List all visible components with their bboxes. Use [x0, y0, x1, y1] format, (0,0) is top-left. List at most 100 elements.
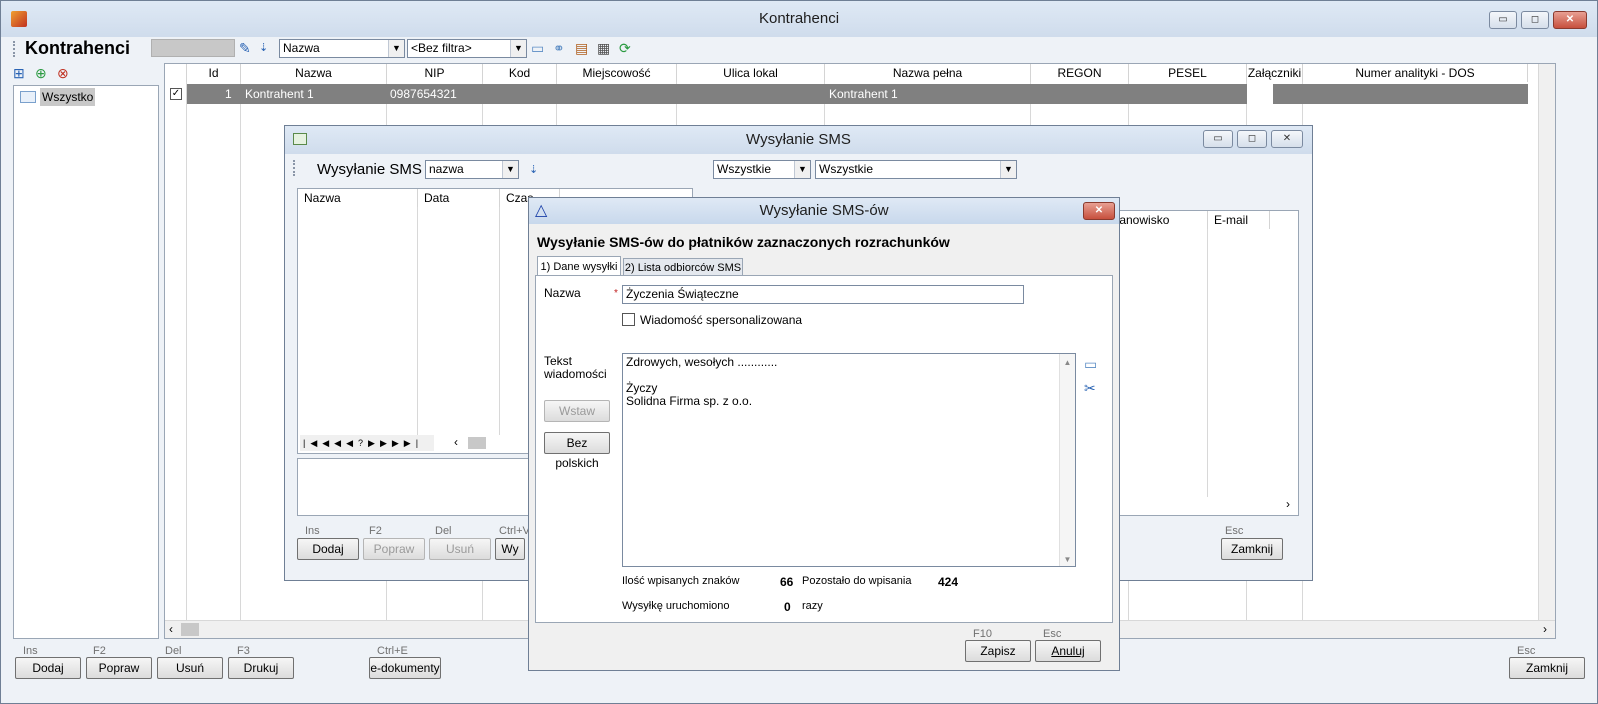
char-count-label: Ilość wpisanych znaków	[622, 575, 740, 587]
scroll-thumb[interactable]	[468, 437, 486, 449]
minimize-icon[interactable]: ▭	[1489, 11, 1517, 29]
column-header-regon[interactable]: REGON	[1031, 64, 1129, 82]
row-checkbox[interactable]: ✓	[170, 88, 182, 100]
table-row[interactable]: ✓ 1 Kontrahent 1 0987654321 Kontrahent 1	[165, 84, 1528, 104]
tree-add-icon[interactable]: ⊕	[35, 65, 47, 81]
message-line: Zdrowych, wesołych ............	[626, 355, 778, 369]
close-button[interactable]: Zamknij	[1221, 538, 1283, 560]
textarea-scrollbar[interactable]: ▲ ▼	[1059, 354, 1075, 566]
column-header-zalaczniki[interactable]: Załączniki	[1247, 64, 1303, 82]
refresh-icon[interactable]: ⟳	[619, 40, 631, 56]
link-icon[interactable]: ⚭	[553, 40, 565, 56]
column-header-analityka[interactable]: Numer analityki - DOS	[1303, 64, 1528, 82]
column-header-nazwa[interactable]: Nazwa	[241, 64, 387, 82]
search-field[interactable]	[151, 39, 235, 57]
tree-item-all[interactable]: Wszystko	[18, 88, 156, 106]
column-header-pesel[interactable]: PESEL	[1129, 64, 1247, 82]
tab-content: Nazwa * Życzenia Świąteczne Wiadomość sp…	[535, 275, 1113, 623]
scroll-left-icon[interactable]: ‹	[169, 622, 173, 636]
scissors-icon[interactable]: ✂	[1084, 380, 1096, 396]
app-icon	[11, 11, 27, 27]
edit-button[interactable]: Popraw	[363, 538, 425, 560]
grid-line	[1207, 229, 1208, 497]
close-icon[interactable]: ✕	[1083, 202, 1115, 220]
tree-expand-icon[interactable]: ⊞	[13, 65, 25, 81]
tab-lista-odbiorcow[interactable]: 2) Lista odbiorców SMS	[623, 258, 743, 276]
insert-button[interactable]: Wstaw	[544, 400, 610, 422]
column-header-ulica[interactable]: Ulica lokal	[677, 64, 825, 82]
close-icon[interactable]: ✕	[1553, 11, 1587, 29]
sort-combo[interactable]: Nazwa ▼	[279, 39, 405, 58]
folder-icon[interactable]: ▭	[531, 40, 544, 56]
dialog-title: Wysyłanie SMS-ów	[759, 202, 889, 219]
tab-dane-wysylki[interactable]: 1) Dane wysyłki	[537, 256, 621, 276]
sms-sort-combo[interactable]: nazwa ▼	[425, 160, 519, 179]
name-label: Nazwa	[544, 286, 581, 300]
add-button[interactable]: Dodaj	[297, 538, 359, 560]
key-hint: F3	[237, 645, 250, 657]
filter-edit-icon[interactable]: ✎	[239, 40, 251, 56]
column-header-nazwa-pelna[interactable]: Nazwa pełna	[825, 64, 1031, 82]
add-button[interactable]: Dodaj	[15, 657, 81, 679]
close-icon[interactable]: ✕	[1271, 130, 1303, 148]
name-input[interactable]: Życzenia Świąteczne	[622, 285, 1024, 304]
message-textarea[interactable]: Zdrowych, wesołych ............ Życzy So…	[622, 353, 1076, 567]
sms-combo-2[interactable]: Wszystkie ▼	[815, 160, 1017, 179]
tree-remove-icon[interactable]: ⊗	[57, 65, 69, 81]
e-documents-button[interactable]: e-dokumenty	[369, 657, 441, 679]
column-header-miejscowosc[interactable]: Miejscowość	[557, 64, 677, 82]
toolbar-title: Kontrahenci	[25, 38, 131, 58]
key-hint: Esc	[1517, 645, 1536, 657]
toolbar-grip-icon	[13, 41, 15, 57]
grid-line	[186, 82, 187, 622]
scroll-thumb[interactable]	[181, 623, 199, 636]
sms-combo-1[interactable]: Wszystkie ▼	[713, 160, 811, 179]
clipboard-icon[interactable]: ▤	[575, 40, 588, 56]
chevron-down-icon: ▼	[510, 40, 526, 57]
column-header-checkbox[interactable]	[165, 64, 187, 82]
cancel-button[interactable]: Anuluj	[1035, 640, 1101, 662]
column-header-kod[interactable]: Kod pocztowy	[483, 64, 557, 98]
close-button[interactable]: Zamknij	[1509, 657, 1585, 679]
edit-button[interactable]: Popraw	[86, 657, 152, 679]
key-hint: F2	[93, 645, 106, 657]
warning-icon: △	[535, 202, 548, 219]
no-polish-chars-button[interactable]: Bez polskich	[544, 432, 610, 470]
minimize-icon[interactable]: ▭	[1203, 130, 1233, 148]
delete-button[interactable]: Usuń	[429, 538, 491, 560]
row-highlight	[187, 84, 1247, 104]
column-header-id[interactable]: Id	[187, 64, 241, 82]
vertical-scrollbar[interactable]	[1538, 64, 1555, 620]
column-header-email[interactable]: E-mail	[1208, 211, 1270, 229]
record-navigator[interactable]: |◀◀◀◀?▶▶▶▶|	[300, 435, 434, 451]
main-titlebar: Kontrahenci ▭ ◻ ✕	[1, 1, 1597, 37]
sms-dialog: △ Wysyłanie SMS-ów ✕ Wysyłanie SMS-ów do…	[528, 197, 1120, 671]
message-line: Solidna Firma sp. z o.o.	[626, 394, 753, 408]
maximize-icon[interactable]: ◻	[1521, 11, 1549, 29]
sort-icon[interactable]: ⇣	[529, 162, 538, 178]
chevron-down-icon: ▼	[388, 40, 404, 57]
column-header-data[interactable]: Data	[418, 189, 500, 207]
toolbar-grip-icon	[293, 160, 295, 176]
sort-icon[interactable]: ⇣	[259, 40, 268, 56]
delete-button[interactable]: Usuń	[157, 657, 223, 679]
scroll-right-icon[interactable]: ›	[1543, 622, 1547, 636]
save-button[interactable]: Zapisz	[965, 640, 1031, 662]
table-icon[interactable]: ▦	[597, 40, 610, 56]
key-hint: Ctrl+E	[377, 645, 408, 657]
send-button[interactable]: Wy	[495, 538, 525, 560]
scroll-right-icon[interactable]: ›	[1286, 497, 1290, 511]
main-title: Kontrahenci	[758, 10, 840, 27]
print-button[interactable]: Drukuj	[228, 657, 294, 679]
column-header-nazwa[interactable]: Nazwa	[298, 189, 418, 207]
personalized-checkbox[interactable]	[622, 313, 635, 326]
folder-icon[interactable]: ▭	[1084, 356, 1097, 372]
key-hint: Esc	[1043, 628, 1062, 640]
folder-icon	[20, 91, 36, 103]
filter-combo[interactable]: <Bez filtra> ▼	[407, 39, 527, 58]
maximize-icon[interactable]: ◻	[1237, 130, 1267, 148]
cell-nazwa-pelna: Kontrahent 1	[829, 87, 898, 101]
message-line	[626, 369, 1072, 382]
scroll-left-icon[interactable]: ‹	[454, 435, 458, 449]
column-header-nip[interactable]: NIP	[387, 64, 483, 82]
